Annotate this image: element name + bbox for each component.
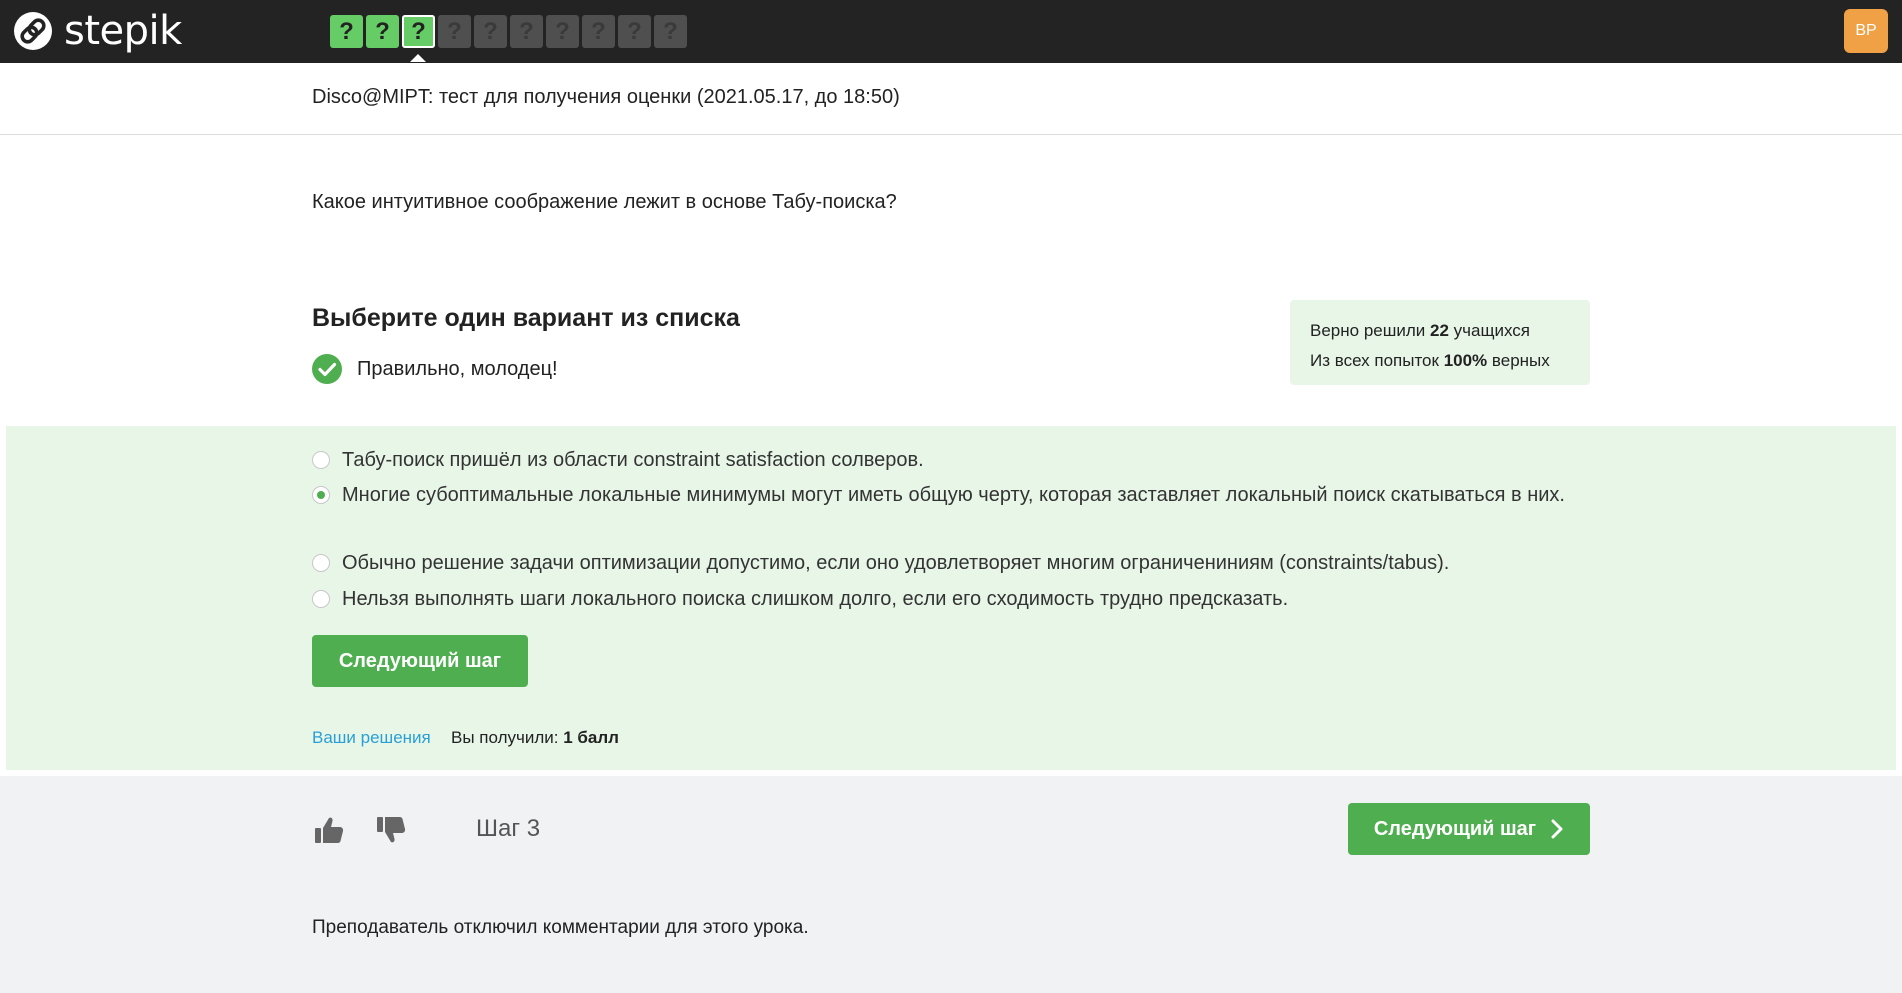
result-message: Правильно, молодец! [312,354,558,384]
radio-icon[interactable] [312,451,330,469]
solved-stat: Верно решили 22 учащихся [1310,316,1570,346]
radio-selected-dot [317,491,325,499]
option-label: Обычно решение задачи оптимизации допуст… [342,552,1450,574]
step-9-button[interactable]: ? [618,15,651,48]
solved-prefix: Верно решили [1310,321,1426,340]
task-heading: Выберите один вариант из списка [312,304,740,332]
step-navigation: ? ? ? ? ? ? ? ? ? ? [330,15,690,62]
header-divider [0,134,1902,135]
option-label: Многие субоптимальные локальные минимумы… [342,484,1565,506]
stats-panel: Верно решили 22 учащихся Из всех попыток… [1290,300,1590,385]
answer-option-4[interactable]: Нельзя выполнять шаги локального поиска … [312,583,1592,615]
step-10-button[interactable]: ? [654,15,687,48]
stepik-logo-icon [14,12,52,50]
radio-icon[interactable] [312,486,330,504]
attempts-stat: Из всех попыток 100% верных [1310,346,1570,376]
step-1-button[interactable]: ? [330,15,363,48]
result-text: Правильно, молодец! [357,357,558,380]
radio-icon[interactable] [312,554,330,572]
step-4-button[interactable]: ? [438,15,471,48]
step-7-button[interactable]: ? [546,15,579,48]
top-navbar: stepik ? ? ? ? ? ? ? ? ? ? BP [0,0,1902,63]
option-label: Табу-поиск пришёл из области constraint … [342,449,924,471]
next-step-button[interactable]: Следующий шаг [312,635,528,687]
footer-next-step-button[interactable]: Следующий шаг [1348,803,1590,855]
logo-text: stepik [64,8,182,54]
solved-count: 22 [1430,321,1449,340]
answer-option-2[interactable]: Многие субоптимальные локальные минимумы… [312,479,1592,511]
stepik-logo[interactable]: stepik [12,10,182,52]
comments-disabled-notice: Преподаватель отключил комментарии для э… [312,917,809,938]
radio-icon[interactable] [312,590,330,608]
score-text: Вы получили: 1 балл [451,728,619,748]
solved-suffix: учащихся [1453,321,1530,340]
step-6-button[interactable]: ? [510,15,543,48]
attempts-percent: 100% [1443,351,1488,370]
score-value: 1 балл [563,728,619,747]
attempts-suffix: верных [1491,351,1550,370]
check-circle-icon [312,354,342,384]
step-5-button[interactable]: ? [474,15,507,48]
your-solutions-link[interactable]: Ваши решения [312,728,431,748]
attempts-prefix: Из всех попыток [1310,351,1439,370]
score-prefix: Вы получили: [451,728,559,747]
user-avatar[interactable]: BP [1844,9,1888,53]
thumbs-up-icon[interactable] [314,816,344,844]
step-3-button[interactable]: ? [402,15,435,62]
step-8-button[interactable]: ? [582,15,615,48]
answer-option-1[interactable]: Табу-поиск пришёл из области constraint … [312,444,1592,476]
option-label: Нельзя выполнять шаги локального поиска … [342,588,1289,610]
chevron-right-icon [1551,819,1563,839]
step-number-label: Шаг 3 [476,815,541,842]
question-text: Какое интуитивное соображение лежит в ос… [312,191,897,213]
lesson-title: Disco@MIPT: тест для получения оценки (2… [312,86,900,108]
answer-option-3[interactable]: Обычно решение задачи оптимизации допуст… [312,547,1592,579]
step-2-button[interactable]: ? [366,15,399,48]
thumbs-down-icon[interactable] [376,816,406,844]
footer-next-step-label: Следующий шаг [1373,817,1537,840]
